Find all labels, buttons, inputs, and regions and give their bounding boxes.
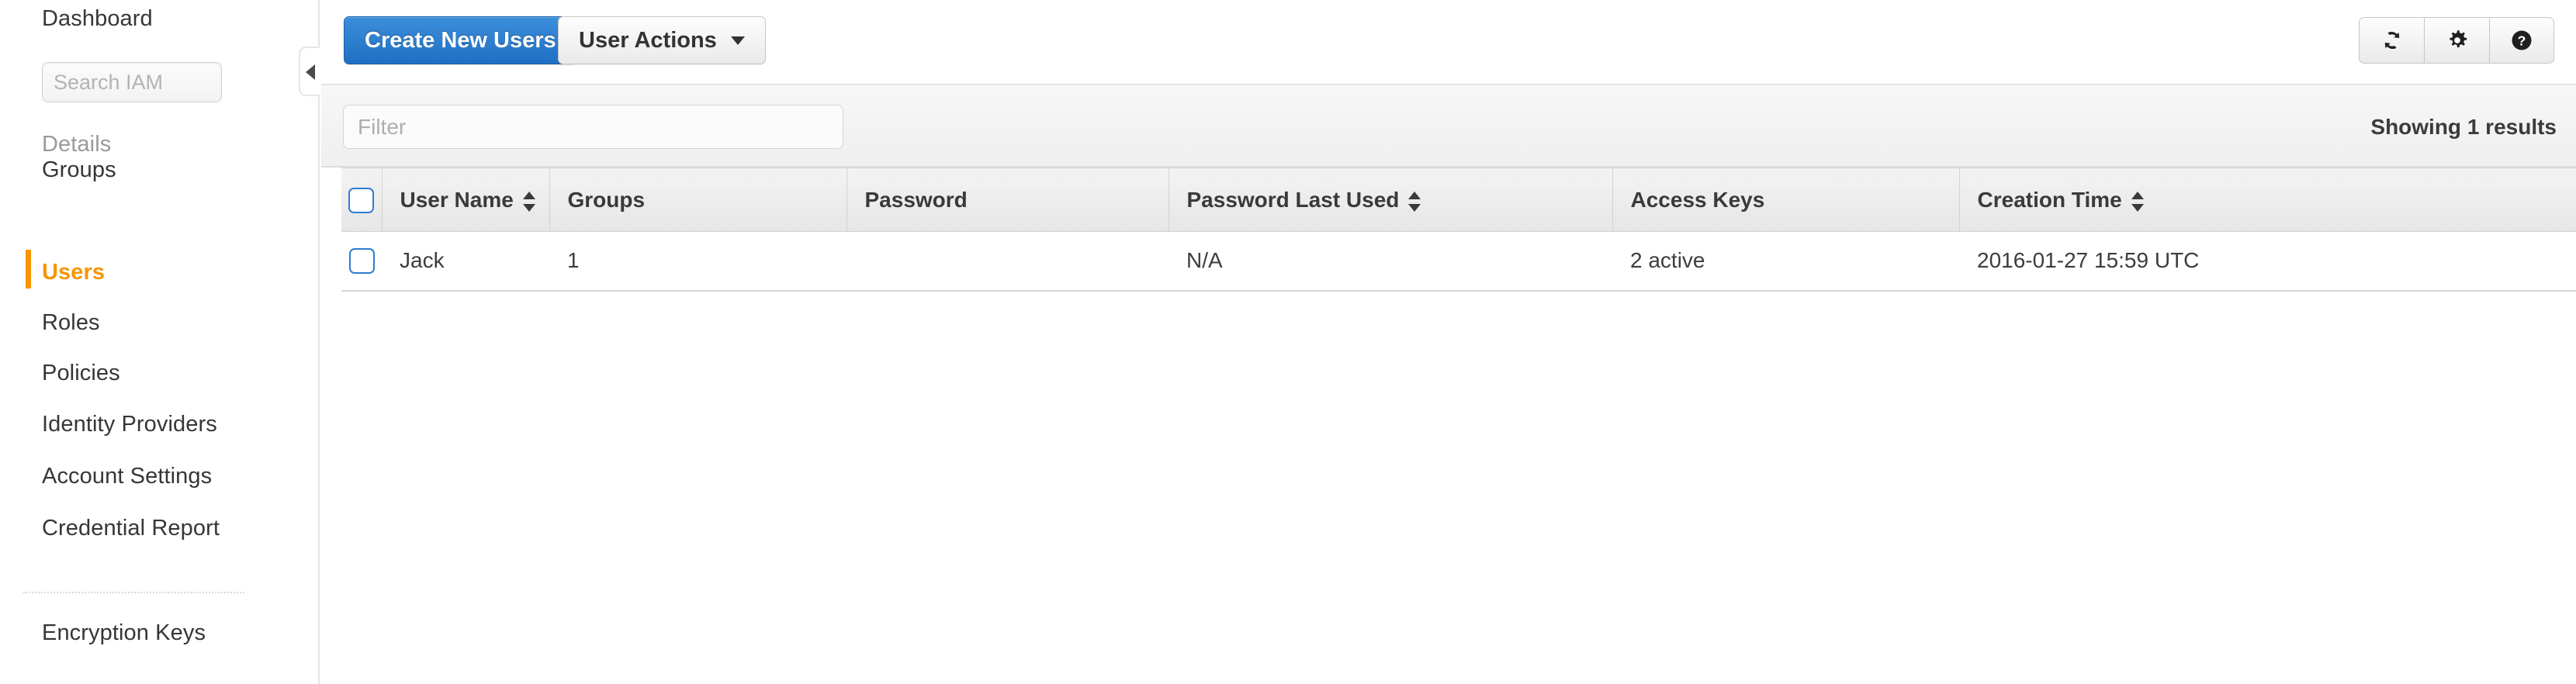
settings-button[interactable] xyxy=(2424,17,2489,64)
filter-bar: Showing 1 results xyxy=(321,85,2576,168)
search-iam-field[interactable] xyxy=(42,62,222,102)
sidebar-item-account-settings[interactable]: Account Settings xyxy=(42,464,212,489)
row-select-cell xyxy=(341,231,382,292)
sort-arrows-icon xyxy=(2131,192,2144,212)
select-all-header xyxy=(341,168,383,232)
cell-groups: 1 xyxy=(549,231,847,292)
sidebar-collapse-handle[interactable] xyxy=(299,47,320,96)
cell-password-last-used: N/A xyxy=(1169,231,1612,292)
column-header-access-keys-label: Access Keys xyxy=(1630,187,1765,212)
iam-users-page: Dashboard Details Groups Users Roles Pol… xyxy=(0,0,2576,684)
sidebar-item-credential-report[interactable]: Credential Report xyxy=(42,516,220,541)
column-header-groups-label: Groups xyxy=(567,187,646,212)
column-header-access-keys[interactable]: Access Keys xyxy=(1612,168,1960,232)
sidebar-divider xyxy=(23,592,244,593)
user-actions-button[interactable]: User Actions xyxy=(558,16,766,64)
column-header-creation-time[interactable]: Creation Time xyxy=(1959,168,2576,232)
user-actions-label: User Actions xyxy=(579,27,717,53)
sidebar-item-roles[interactable]: Roles xyxy=(42,310,100,336)
sidebar-section-details: Details xyxy=(42,132,112,157)
cell-access-keys: 2 active xyxy=(1612,231,1959,292)
toolbar: Create New Users User Actions ? xyxy=(321,0,2576,85)
table-row[interactable]: Jack 1 N/A 2 active 2016-01-27 15:59 UTC xyxy=(341,231,2576,292)
column-header-password-last-used[interactable]: Password Last Used xyxy=(1169,168,1613,232)
sidebar-item-encryption-keys[interactable]: Encryption Keys xyxy=(42,620,206,646)
cell-user-name: Jack xyxy=(382,231,549,292)
help-icon: ? xyxy=(2512,30,2532,50)
sidebar-item-policies[interactable]: Policies xyxy=(42,361,120,386)
column-header-user-name[interactable]: User Name xyxy=(382,168,550,232)
users-table-container: User Name Groups Password Password Last … xyxy=(321,168,2576,292)
cell-password xyxy=(847,231,1169,292)
gear-icon xyxy=(2449,30,2467,48)
select-all-checkbox[interactable] xyxy=(348,187,375,213)
toolbar-icon-group: ? xyxy=(2359,17,2554,64)
column-header-groups[interactable]: Groups xyxy=(549,168,847,232)
sidebar-item-users[interactable]: Users xyxy=(42,260,105,285)
column-header-password-last-used-label: Password Last Used xyxy=(1186,187,1400,212)
showing-results-label: Showing 1 results xyxy=(2370,115,2557,139)
row-checkbox[interactable] xyxy=(348,248,375,275)
sidebar-item-identity-providers[interactable]: Identity Providers xyxy=(42,412,217,437)
main-content: Create New Users User Actions ? Filter S… xyxy=(321,0,2576,684)
svg-text:?: ? xyxy=(2518,33,2526,49)
column-header-creation-time-label: Creation Time xyxy=(1977,187,2122,212)
sidebar-item-groups[interactable]: Groups xyxy=(42,157,116,183)
sidebar: Dashboard Details Groups Users Roles Pol… xyxy=(0,0,320,684)
column-header-user-name-label: User Name xyxy=(400,187,514,212)
sidebar-item-dashboard[interactable]: Dashboard xyxy=(42,6,153,32)
search-input[interactable] xyxy=(42,62,222,102)
filter-input[interactable] xyxy=(343,105,843,149)
help-button[interactable]: ? xyxy=(2489,17,2554,64)
create-new-users-label: Create New Users xyxy=(365,27,556,53)
sort-arrows-icon xyxy=(1408,192,1421,212)
chevron-left-icon xyxy=(306,64,315,80)
users-table: User Name Groups Password Password Last … xyxy=(341,168,2576,292)
sort-arrows-icon xyxy=(522,192,535,212)
sidebar-active-indicator xyxy=(26,250,31,288)
cell-creation-time: 2016-01-27 15:59 UTC xyxy=(1959,231,2576,292)
refresh-button[interactable] xyxy=(2359,17,2424,64)
column-header-password-label: Password xyxy=(864,187,968,212)
chevron-down-icon xyxy=(730,36,745,45)
column-header-password[interactable]: Password xyxy=(847,168,1169,232)
create-new-users-button[interactable]: Create New Users xyxy=(344,16,577,64)
table-header-row: User Name Groups Password Password Last … xyxy=(341,168,2576,232)
refresh-icon xyxy=(2384,31,2399,50)
